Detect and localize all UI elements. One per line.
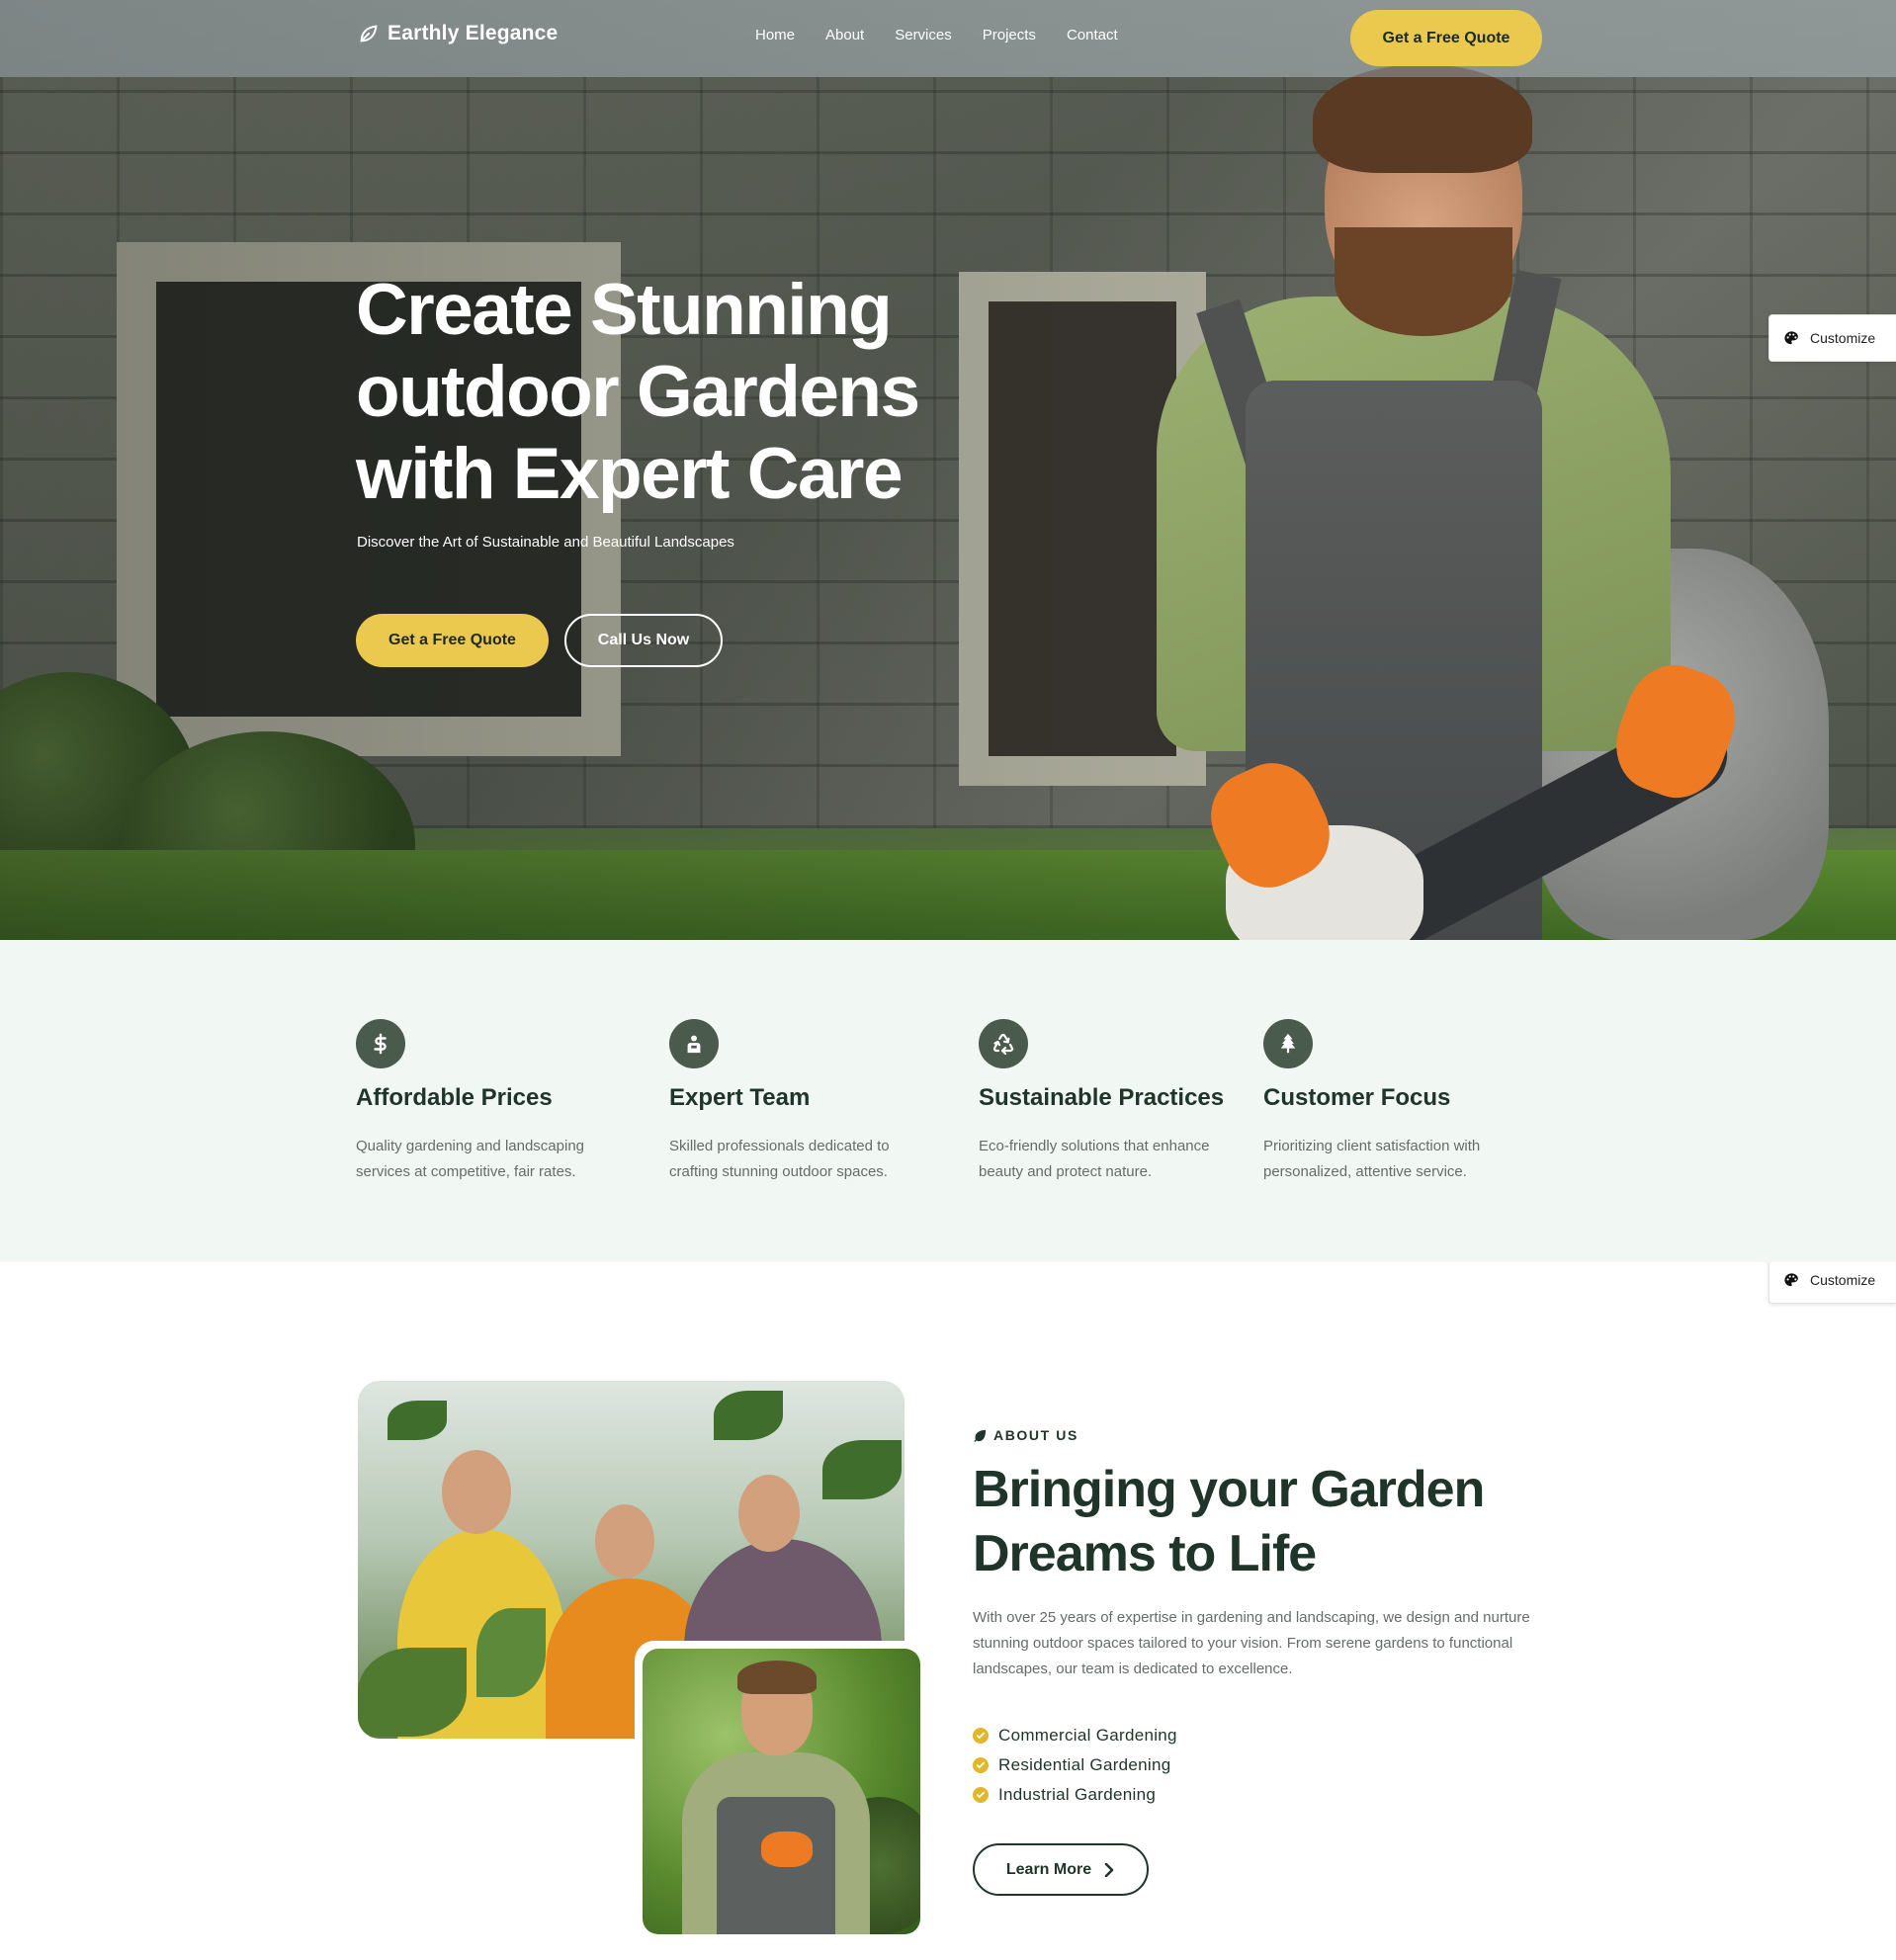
- leaf-icon: [974, 1429, 987, 1442]
- nav-get-quote-button[interactable]: Get a Free Quote: [1350, 10, 1542, 66]
- check-circle-icon: [973, 1787, 989, 1803]
- hero-title: Create Stunning outdoor Gardens with Exp…: [356, 270, 920, 514]
- leaf-outline-icon: [360, 25, 378, 43]
- feature-card: Expert Team Skilled professionals dedica…: [669, 1019, 936, 1185]
- list-item: Commercial Gardening: [973, 1721, 1177, 1750]
- brand-name: Earthly Elegance: [388, 22, 559, 44]
- brand-logo[interactable]: Earthly Elegance: [358, 22, 558, 45]
- about-eyebrow: ABOUT US: [973, 1427, 1078, 1443]
- team-icon: [669, 1019, 719, 1068]
- feature-desc: Skilled professionals dedicated to craft…: [669, 1138, 890, 1180]
- call-us-button[interactable]: Call Us Now: [564, 614, 723, 667]
- learn-more-button[interactable]: Learn More: [973, 1843, 1149, 1896]
- services-checklist: Commercial Gardening Residential Gardeni…: [973, 1721, 1177, 1810]
- nav-services[interactable]: Services: [895, 27, 952, 43]
- recycle-icon: [979, 1019, 1028, 1068]
- gardener-photo: [635, 1641, 928, 1942]
- nav-about[interactable]: About: [825, 27, 864, 43]
- list-item-label: Commercial Gardening: [998, 1726, 1177, 1745]
- learn-more-label: Learn More: [1005, 1860, 1092, 1878]
- tree-icon: [1263, 1019, 1313, 1068]
- feature-card: Affordable Prices Quality gardening and …: [356, 1019, 623, 1185]
- feature-card: Sustainable Practices Eco-friendly solut…: [979, 1019, 1246, 1185]
- features-section: Affordable Prices Quality gardening and …: [0, 940, 1896, 1262]
- hero-gardener-image: [1137, 54, 1868, 940]
- main-menu: Home About Services Projects Contact: [755, 27, 1118, 43]
- about-text: With over 25 years of expertise in garde…: [973, 1609, 1530, 1677]
- get-quote-button[interactable]: Get a Free Quote: [356, 614, 549, 667]
- palette-icon: [1784, 1272, 1798, 1286]
- nav-projects[interactable]: Projects: [983, 27, 1036, 43]
- about-eyebrow-label: ABOUT US: [993, 1427, 1078, 1443]
- customize-label: Customize: [1810, 1272, 1876, 1288]
- hero-section: Create Stunning outdoor Gardens with Exp…: [0, 0, 1896, 940]
- top-navbar: Earthly Elegance Home About Services Pro…: [0, 0, 1896, 77]
- check-circle-icon: [973, 1757, 989, 1773]
- feature-title: Expert Team: [669, 1084, 811, 1111]
- about-title: Bringing your Garden Dreams to Life: [973, 1461, 1485, 1582]
- list-item: Industrial Gardening: [973, 1780, 1177, 1810]
- list-item-label: Residential Gardening: [998, 1755, 1171, 1774]
- customize-label: Customize: [1810, 330, 1876, 346]
- list-item: Residential Gardening: [973, 1750, 1177, 1780]
- nav-home[interactable]: Home: [755, 27, 795, 43]
- dollar-icon: [356, 1019, 405, 1068]
- customize-button[interactable]: Customize: [1768, 314, 1896, 362]
- feature-desc: Prioritizing client satisfaction with pe…: [1263, 1138, 1481, 1180]
- feature-title: Sustainable Practices: [979, 1084, 1225, 1111]
- list-item-label: Industrial Gardening: [998, 1785, 1157, 1804]
- feature-desc: Eco-friendly solutions that enhance beau…: [979, 1138, 1210, 1180]
- feature-title: Affordable Prices: [356, 1084, 553, 1111]
- feature-desc: Quality gardening and landscaping servic…: [356, 1138, 584, 1180]
- customize-button[interactable]: Customize: [1768, 1256, 1896, 1304]
- palette-icon: [1784, 330, 1798, 344]
- feature-card: Customer Focus Prioritizing client satis…: [1263, 1019, 1530, 1185]
- chevron-right-icon: [1104, 1862, 1114, 1877]
- check-circle-icon: [973, 1728, 989, 1744]
- nav-contact[interactable]: Contact: [1067, 27, 1118, 43]
- hero-subtitle: Discover the Art of Sustainable and Beau…: [357, 534, 734, 551]
- feature-title: Customer Focus: [1263, 1084, 1451, 1111]
